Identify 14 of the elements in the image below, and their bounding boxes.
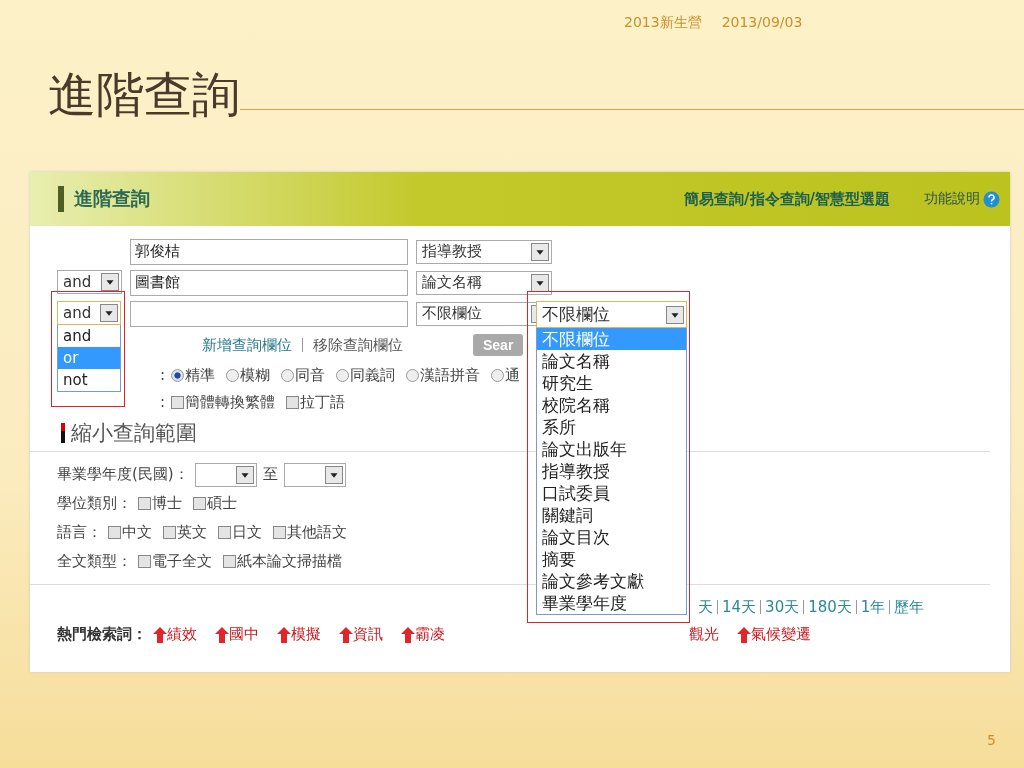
slide-title: 進階查詢 bbox=[48, 66, 240, 122]
section-title: 縮小查詢範圍 bbox=[71, 420, 197, 447]
filter-label: 語言： bbox=[57, 523, 102, 542]
range-label: 至 bbox=[262, 465, 278, 484]
header-date: 2013/09/03 bbox=[721, 14, 803, 32]
header-text: 2013新生營 bbox=[624, 14, 702, 32]
page-number: 5 bbox=[987, 732, 996, 748]
filter-label: 學位類別： bbox=[57, 494, 132, 513]
colon-label: : bbox=[160, 393, 166, 411]
panel-title: 進階查詢 bbox=[74, 186, 151, 211]
colon-label: : bbox=[160, 366, 166, 384]
hot-keywords-label: 熱門檢索詞： bbox=[57, 625, 147, 644]
filter-label: 畢業學年度(民國)： bbox=[57, 465, 189, 484]
filter-label: 全文類型： bbox=[57, 552, 132, 571]
